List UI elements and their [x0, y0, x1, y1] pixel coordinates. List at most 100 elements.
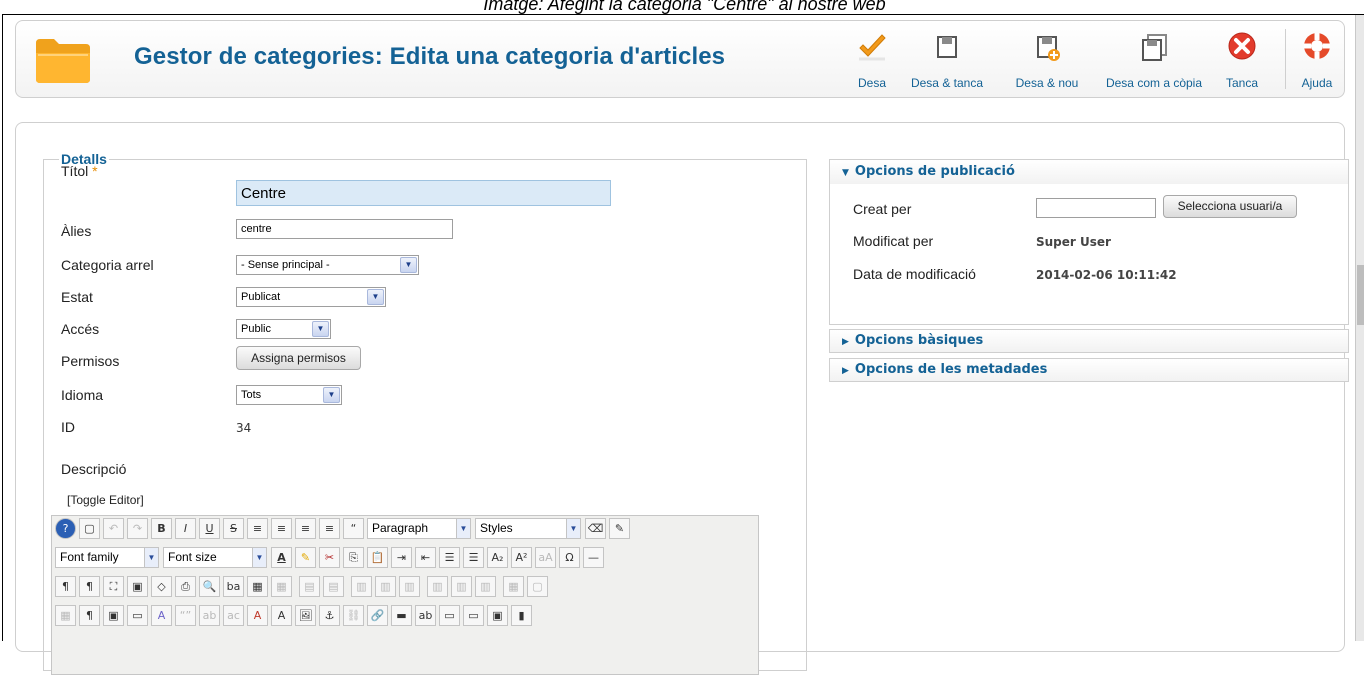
- show-blocks-icon[interactable]: ¶: [79, 605, 100, 626]
- merge-cells-icon[interactable]: ▢: [527, 576, 548, 597]
- redo-icon[interactable]: ↷: [127, 518, 148, 539]
- anchor-icon[interactable]: ⚓: [319, 605, 340, 626]
- styles-select[interactable]: Styles ▼: [475, 518, 581, 539]
- subscript-icon[interactable]: A₂: [487, 547, 508, 568]
- align-center-icon[interactable]: ≡: [271, 518, 292, 539]
- scrollbar-thumb[interactable]: [1357, 265, 1364, 325]
- row-before-icon[interactable]: ▥: [351, 576, 372, 597]
- publishing-options-panel: ▼ Opcions de publicació Creat per Selecci…: [829, 159, 1349, 325]
- publishing-options-header[interactable]: ▼ Opcions de publicació: [830, 160, 1348, 184]
- image-icon[interactable]: 🖼: [295, 605, 316, 626]
- format-select[interactable]: Paragraph ▼: [367, 518, 471, 539]
- bold-icon[interactable]: B: [151, 518, 172, 539]
- print-icon[interactable]: ⎙: [175, 576, 196, 597]
- insert-layer-icon[interactable]: ▭: [127, 605, 148, 626]
- superscript-icon[interactable]: A²: [511, 547, 532, 568]
- text-color-icon[interactable]: A: [271, 547, 292, 568]
- paste-icon[interactable]: 📋: [367, 547, 388, 568]
- save-close-button[interactable]: Desa & tanca: [905, 31, 989, 95]
- col-after-icon[interactable]: ▥: [451, 576, 472, 597]
- fullscreen-icon[interactable]: ⛶: [103, 576, 124, 597]
- metadata-options-panel[interactable]: ▶ Opcions de les metadades: [829, 358, 1349, 382]
- id-value: 34: [236, 421, 252, 435]
- toggle-editor-link[interactable]: [Toggle Editor]: [67, 493, 144, 507]
- help-icon[interactable]: ?: [55, 518, 76, 539]
- access-select[interactable]: Public ▼: [236, 319, 331, 339]
- film-icon[interactable]: ▮: [511, 605, 532, 626]
- blockquote-icon[interactable]: “: [343, 518, 364, 539]
- unordered-list-icon[interactable]: ☰: [463, 547, 484, 568]
- select-user-button[interactable]: Selecciona usuari/a: [1163, 195, 1297, 218]
- spellcheck-icon[interactable]: ab: [415, 605, 436, 626]
- special-char-icon[interactable]: Ω: [559, 547, 580, 568]
- align-right-icon[interactable]: ≡: [319, 518, 340, 539]
- media-icon[interactable]: ▬: [391, 605, 412, 626]
- cut-icon[interactable]: ✂: [319, 547, 340, 568]
- font-size-select[interactable]: Font size ▼: [163, 547, 267, 568]
- insert-table-icon[interactable]: ▦: [247, 576, 268, 597]
- visual-aid-icon[interactable]: ▦: [55, 605, 76, 626]
- basic-options-header[interactable]: ▶ Opcions bàsiques: [830, 330, 1348, 352]
- align-left-icon[interactable]: ≡: [295, 518, 316, 539]
- horizontal-rule-icon[interactable]: —: [583, 547, 604, 568]
- row-after-icon[interactable]: ▥: [375, 576, 396, 597]
- col-before-icon[interactable]: ▥: [427, 576, 448, 597]
- title-input[interactable]: Centre: [236, 180, 611, 206]
- link-icon[interactable]: 🔗: [367, 605, 388, 626]
- save-copy-button[interactable]: Desa com a còpia: [1099, 31, 1209, 95]
- ordered-list-icon[interactable]: ☰: [439, 547, 460, 568]
- highlight-icon[interactable]: ✎: [295, 547, 316, 568]
- created-by-input[interactable]: [1036, 198, 1156, 218]
- cite-icon[interactable]: “”: [175, 605, 196, 626]
- outdent-icon[interactable]: ⇤: [415, 547, 436, 568]
- find-icon[interactable]: 🔍: [199, 576, 220, 597]
- status-select[interactable]: Publicat ▼: [236, 287, 386, 307]
- styles-icon[interactable]: A: [151, 605, 172, 626]
- delete-col-icon[interactable]: ▥: [475, 576, 496, 597]
- acronym-icon[interactable]: ac: [223, 605, 244, 626]
- text-direction-icon[interactable]: aA: [535, 547, 556, 568]
- alias-input[interactable]: centre: [236, 219, 453, 239]
- indent-icon[interactable]: ⇥: [391, 547, 412, 568]
- pagebreak-icon[interactable]: ▭: [439, 605, 460, 626]
- preview-icon[interactable]: ▣: [127, 576, 148, 597]
- abbr-icon[interactable]: ab: [199, 605, 220, 626]
- align-justify-icon[interactable]: ≡: [247, 518, 268, 539]
- language-select[interactable]: Tots ▼: [236, 385, 342, 405]
- parent-select[interactable]: - Sense principal - ▼: [236, 255, 419, 275]
- undo-icon[interactable]: ↶: [103, 518, 124, 539]
- new-document-icon[interactable]: ▢: [79, 518, 100, 539]
- assign-permissions-button[interactable]: Assigna permisos: [236, 346, 361, 370]
- save-new-button[interactable]: Desa & nou: [1009, 31, 1085, 95]
- insert-text-icon[interactable]: A: [271, 605, 292, 626]
- paragraph-ltr-icon[interactable]: ¶: [55, 576, 76, 597]
- delete-text-icon[interactable]: A: [247, 605, 268, 626]
- cell-props-icon[interactable]: ▤: [323, 576, 344, 597]
- category-folder-icon: [36, 39, 90, 83]
- title-label-text: Títol: [61, 163, 89, 179]
- underline-icon[interactable]: U: [199, 518, 220, 539]
- paragraph-rtl-icon[interactable]: ¶: [79, 576, 100, 597]
- table-delete-icon[interactable]: ▦: [271, 576, 292, 597]
- template-icon[interactable]: ▣: [103, 605, 124, 626]
- eraser-icon[interactable]: ⌫: [585, 518, 606, 539]
- vertical-scrollbar[interactable]: [1355, 15, 1364, 641]
- close-button[interactable]: Tanca: [1220, 31, 1264, 95]
- unlink-icon[interactable]: ⛓: [343, 605, 364, 626]
- strikethrough-icon[interactable]: S: [223, 518, 244, 539]
- replace-icon[interactable]: ba: [223, 576, 244, 597]
- delete-row-icon[interactable]: ▥: [399, 576, 420, 597]
- help-button[interactable]: Ajuda: [1295, 31, 1339, 95]
- code-icon[interactable]: ◇: [151, 576, 172, 597]
- basic-options-panel[interactable]: ▶ Opcions bàsiques: [829, 329, 1349, 353]
- italic-icon[interactable]: I: [175, 518, 196, 539]
- copy-icon[interactable]: ⎘: [343, 547, 364, 568]
- cleanup-broom-icon[interactable]: ✎: [609, 518, 630, 539]
- split-cells-icon[interactable]: ▦: [503, 576, 524, 597]
- metadata-options-header[interactable]: ▶ Opcions de les metadades: [830, 359, 1348, 381]
- save-button[interactable]: Desa: [852, 31, 892, 95]
- row-props-icon[interactable]: ▤: [299, 576, 320, 597]
- paste-word-icon[interactable]: ▣: [487, 605, 508, 626]
- font-family-select[interactable]: Font family ▼: [55, 547, 159, 568]
- nonbreaking-icon[interactable]: ▭: [463, 605, 484, 626]
